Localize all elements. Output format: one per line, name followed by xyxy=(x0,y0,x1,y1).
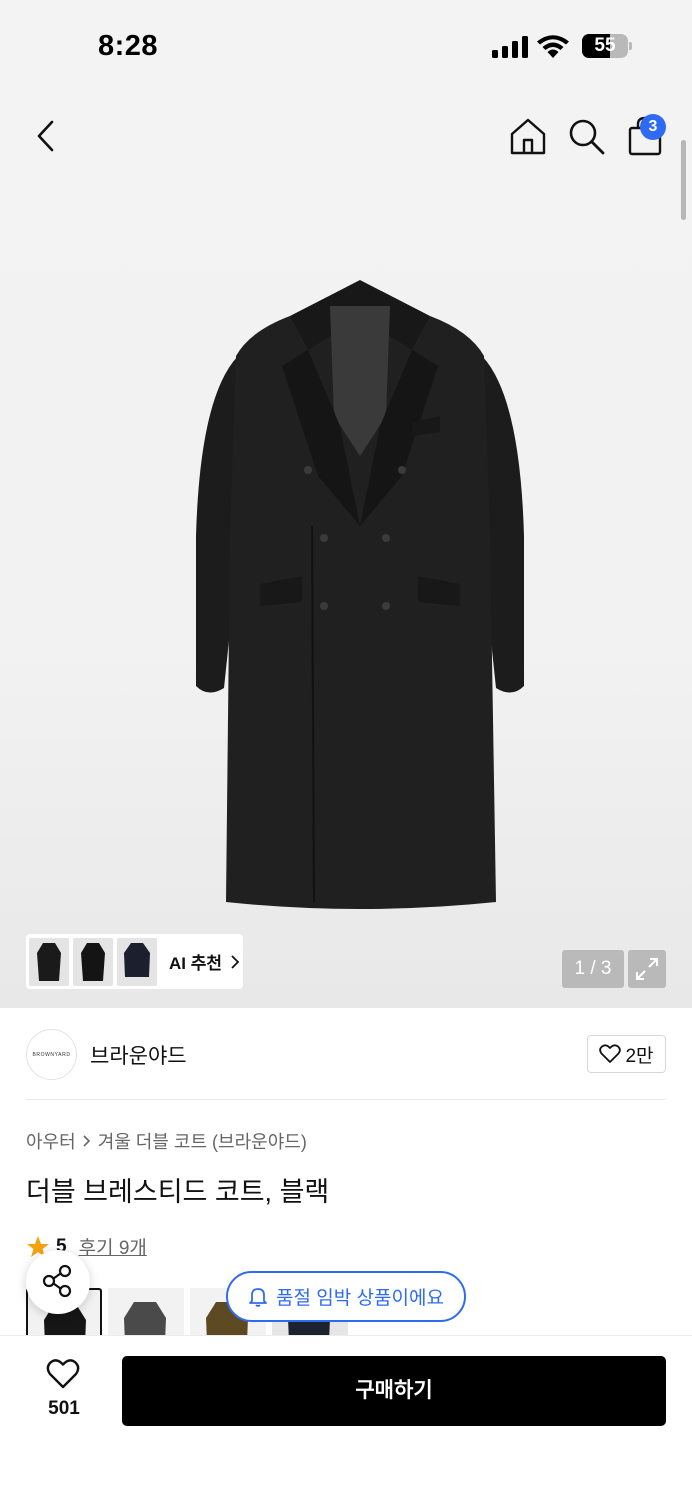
ai-thumbnail[interactable] xyxy=(29,937,69,986)
cellular-signal-icon xyxy=(492,36,528,58)
cart-count-badge: 3 xyxy=(640,114,666,140)
chevron-right-icon xyxy=(231,954,240,969)
brand-like-count: 2만 xyxy=(625,1045,654,1067)
breadcrumb: 아우터 겨울 더블 코트 (브라운야드) xyxy=(26,1128,307,1154)
share-icon xyxy=(42,1264,72,1298)
breadcrumb-collection[interactable]: 겨울 더블 코트 (브라운야드) xyxy=(98,1128,307,1154)
ai-thumbnail[interactable] xyxy=(117,937,157,986)
brand-like-button[interactable]: 2만 xyxy=(587,1035,666,1073)
low-stock-toast: 품절 임박 상품이에요 xyxy=(226,1271,466,1322)
brand-logo-text: BROWNYARD xyxy=(32,1051,71,1058)
home-icon[interactable] xyxy=(508,116,548,156)
product-image-coat xyxy=(196,280,524,909)
expand-button[interactable] xyxy=(628,950,666,988)
breadcrumb-category[interactable]: 아우터 xyxy=(26,1128,76,1154)
wifi-icon xyxy=(537,35,569,58)
heart-icon xyxy=(599,1044,622,1063)
status-bar: 8:28 55 xyxy=(0,0,692,92)
bottom-action-bar: 501 구매하기 xyxy=(0,1335,692,1500)
status-time: 8:28 xyxy=(98,30,159,62)
battery-level: 55 xyxy=(594,35,616,56)
color-swatch-charcoal[interactable] xyxy=(108,1288,184,1336)
buy-button[interactable]: 구매하기 xyxy=(122,1356,666,1426)
toast-message: 품절 임박 상품이에요 xyxy=(276,1288,444,1309)
ai-recommendation-strip[interactable]: AI 추천 xyxy=(26,934,243,989)
divider xyxy=(26,1099,666,1100)
brand-name[interactable]: 브라운야드 xyxy=(90,1040,187,1070)
bell-icon xyxy=(249,1287,267,1307)
wishlist-heart-icon[interactable] xyxy=(46,1358,80,1390)
chevron-right-icon xyxy=(83,1135,90,1147)
image-page-counter: 1 / 3 xyxy=(562,950,624,988)
battery-icon: 55 xyxy=(582,34,632,58)
ai-recommend-label: AI 추천 xyxy=(169,954,223,973)
product-gallery[interactable]: 3 AI 추천 1 / 3 xyxy=(0,92,692,1008)
share-button[interactable] xyxy=(26,1250,90,1314)
back-arrow-icon[interactable] xyxy=(28,118,64,154)
ai-thumbnail[interactable] xyxy=(73,937,113,986)
wishlist-count: 501 xyxy=(48,1398,80,1419)
scrollbar xyxy=(681,140,686,220)
expand-icon xyxy=(636,958,658,980)
brand-logo[interactable]: BROWNYARD xyxy=(26,1029,77,1080)
product-title: 더블 브레스티드 코트, 블랙 xyxy=(26,1177,330,1207)
search-icon[interactable] xyxy=(566,116,606,156)
